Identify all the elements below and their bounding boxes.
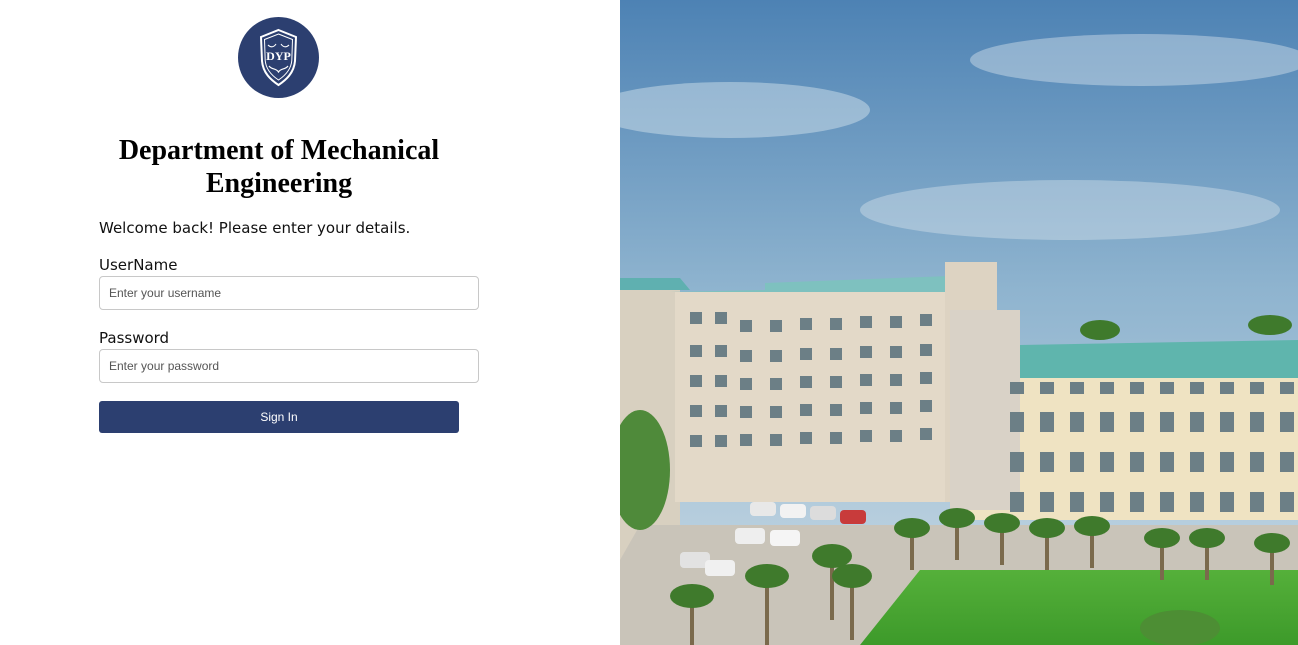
- username-label: UserName: [99, 256, 178, 274]
- password-label: Password: [99, 329, 170, 347]
- welcome-text: Welcome back! Please enter your details.: [99, 219, 411, 237]
- shield-crest-icon: DYP: [238, 17, 319, 98]
- page-title: Department of Mechanical Engineering: [118, 135, 440, 199]
- login-panel: DYP Department of Mechanical Engineering…: [0, 0, 620, 645]
- campus-photo: [620, 0, 1298, 645]
- svg-text:DYP: DYP: [266, 49, 291, 63]
- campus-building-illustration: [620, 0, 1298, 645]
- username-input[interactable]: [99, 276, 479, 310]
- sign-in-button[interactable]: Sign In: [99, 401, 459, 433]
- password-input[interactable]: [99, 349, 479, 383]
- college-logo: DYP: [238, 17, 319, 98]
